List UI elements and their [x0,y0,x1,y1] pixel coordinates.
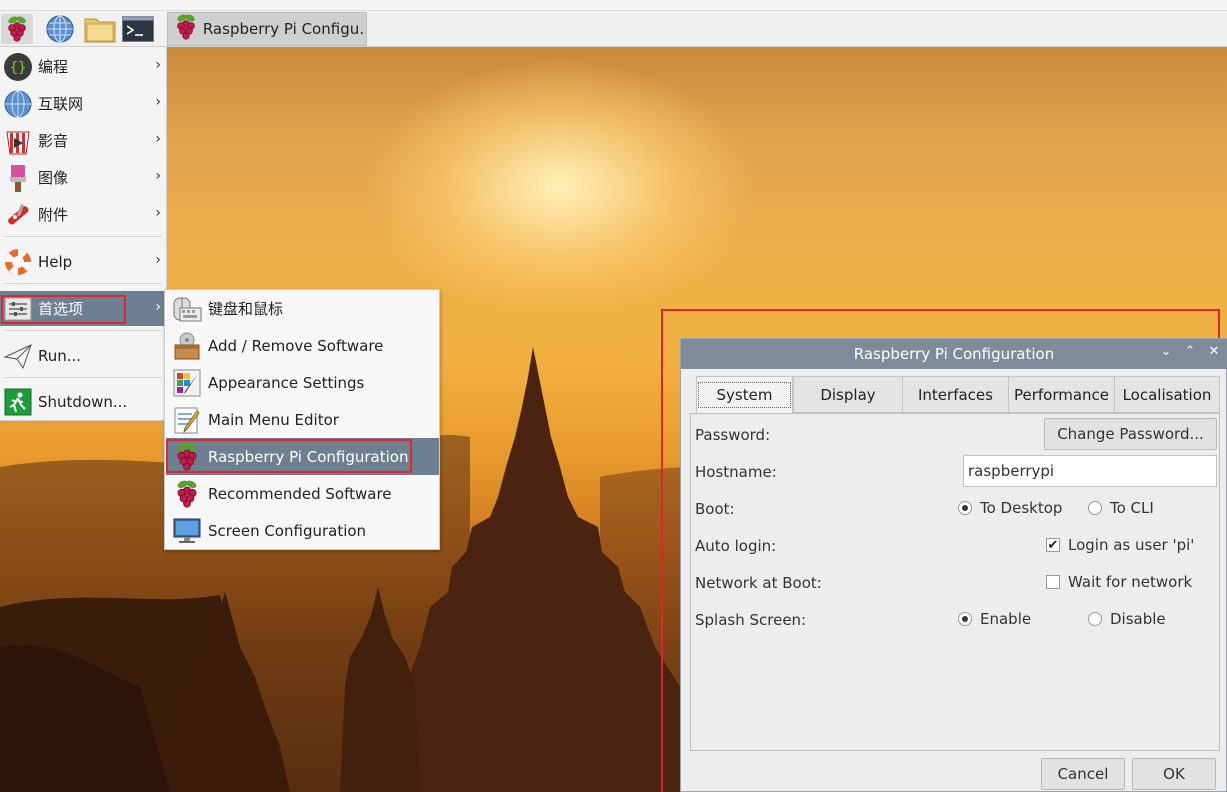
submenu-item-keyboard-mouse[interactable]: 键盘和鼠标 [166,290,439,327]
menu-item-accessories[interactable]: 附件 › [0,197,166,232]
taskbar-window-title: Raspberry Pi Configu… [202,20,366,38]
submenu-item-add-remove-software[interactable]: Add / Remove Software [166,327,439,364]
cancel-button[interactable]: Cancel [1041,758,1125,790]
raspberry-icon [171,441,203,473]
appearance-icon [171,367,203,399]
graphics-icon [2,162,34,194]
tab-display[interactable]: Display [793,376,903,413]
chevron-right-icon: › [155,299,161,315]
sound-video-icon [2,125,34,157]
monitor-icon [171,515,203,547]
menu-item-shutdown[interactable]: Shutdown... [0,384,166,419]
change-password-button[interactable]: Change Password... [1044,418,1217,450]
run-paperplane-icon [2,340,34,372]
splash-screen-label: Splash Screen: [695,611,807,629]
menu-separator [4,236,162,237]
chevron-right-icon: › [155,252,161,268]
svg-text:{}: {} [10,60,27,76]
menu-item-internet[interactable]: 互联网 › [0,86,166,121]
radio-unselected-icon [1088,501,1102,515]
menu-item-sound-video[interactable]: 影音 › [0,123,166,158]
raspi-config-dialog: Raspberry Pi Configuration ⌄ ⌃ ✕ System … [680,338,1227,792]
raspberry-menu-icon[interactable] [1,14,33,44]
wait-for-network-checkbox[interactable]: Wait for network [1046,573,1192,591]
taskbar-window-raspi-config[interactable]: Raspberry Pi Configu… [167,12,367,46]
ok-button[interactable]: OK [1132,758,1216,790]
checkmark-icon: ✔ [1046,537,1060,553]
package-icon [171,330,203,362]
taskbar: Raspberry Pi Configu… [0,11,1227,47]
tab-performance[interactable]: Performance [1008,376,1115,413]
submenu-item-main-menu-editor[interactable]: Main Menu Editor [166,401,439,438]
chevron-right-icon: › [155,57,161,73]
menu-item-run[interactable]: Run... [0,338,166,373]
accessories-icon [2,199,34,231]
web-browser-icon[interactable] [44,14,76,44]
boot-to-cli-radio[interactable]: To CLI [1088,499,1154,517]
chevron-right-icon: › [155,168,161,184]
menu-separator [4,330,162,331]
hostname-label: Hostname: [695,463,777,481]
hostname-input[interactable]: raspberrypi [963,455,1217,487]
preferences-submenu: 键盘和鼠标 Add / Remove Software Appearance S… [164,289,440,550]
menu-item-graphics[interactable]: 图像 › [0,160,166,195]
radio-selected-icon [958,501,972,515]
auto-login-label: Auto login: [695,537,777,555]
submenu-item-appearance-settings[interactable]: Appearance Settings [166,364,439,401]
tab-system[interactable]: System [696,376,793,413]
menu-item-help[interactable]: Help › [0,244,166,279]
terminal-icon[interactable] [122,14,154,44]
system-panel: Password: Change Password... Hostname: r… [690,413,1220,751]
chevron-right-icon: › [155,131,161,147]
submenu-item-raspberry-pi-configuration[interactable]: Raspberry Pi Configuration [166,438,439,475]
splash-enable-radio[interactable]: Enable [958,610,1031,628]
splash-disable-radio[interactable]: Disable [1088,610,1166,628]
menu-editor-icon [171,404,203,436]
boot-label: Boot: [695,500,735,518]
keyboard-mouse-icon [171,293,203,325]
chevron-right-icon: › [155,94,161,110]
main-menu: {} 编程 › 互联网 › 影音 › 图像 › 附件 › Help › 首选项 … [0,47,167,421]
radio-unselected-icon [1088,612,1102,626]
raspberry-icon [171,478,203,510]
shutdown-exit-icon [2,386,34,418]
password-label: Password: [695,426,771,444]
radio-selected-icon [958,612,972,626]
programming-icon: {} [2,51,34,83]
internet-icon [2,88,34,120]
top-strip [0,0,1227,11]
boot-to-desktop-radio[interactable]: To Desktop [958,499,1062,517]
network-at-boot-label: Network at Boot: [695,574,822,592]
menu-separator [4,283,162,284]
menu-item-preferences[interactable]: 首选项 › [0,291,166,326]
help-lifebuoy-icon [2,246,34,278]
maximize-icon[interactable]: ⌃ [1181,344,1199,359]
submenu-item-recommended-software[interactable]: Recommended Software [166,475,439,512]
minimize-icon[interactable]: ⌄ [1157,344,1175,359]
dialog-title: Raspberry Pi Configuration [853,345,1055,363]
chevron-right-icon: › [155,205,161,221]
submenu-item-screen-configuration[interactable]: Screen Configuration [166,512,439,549]
login-as-pi-checkbox[interactable]: ✔ Login as user 'pi' [1046,536,1194,554]
close-icon[interactable]: ✕ [1205,344,1223,359]
checkbox-empty-icon [1046,575,1060,589]
tab-bar: System Display Interfaces Performance Lo… [690,376,1220,414]
menu-separator [4,377,162,378]
tab-localisation[interactable]: Localisation [1114,376,1220,413]
raspberry-icon [174,14,197,44]
preferences-icon [2,293,34,325]
menu-item-programming[interactable]: {} 编程 › [0,49,166,84]
file-manager-icon[interactable] [84,14,116,44]
dialog-titlebar[interactable]: Raspberry Pi Configuration [681,339,1227,369]
tab-interfaces[interactable]: Interfaces [902,376,1009,413]
